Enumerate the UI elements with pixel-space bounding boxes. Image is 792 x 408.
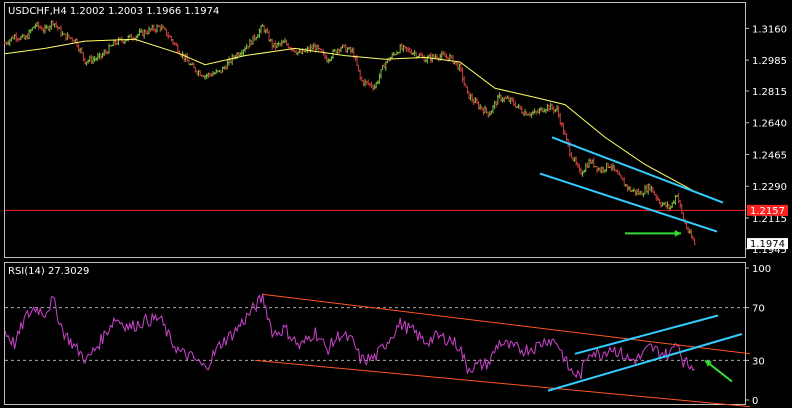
price-tick-label: 1.2815 — [752, 87, 787, 98]
price-arrow-head — [674, 230, 681, 237]
price-channel-lines — [539, 136, 724, 233]
rsi-line — [4, 293, 695, 380]
hline-price-label: 1.2157 — [750, 206, 785, 217]
current-price-label: 1.1974 — [750, 239, 785, 250]
rsi-trend-line — [547, 333, 743, 392]
price-chart-title: USDCHF,H4 1.2002 1.2003 1.1966 1.1974 — [8, 6, 219, 17]
current-price-tag: 1.1974 — [747, 238, 788, 250]
rsi-series-line — [4, 293, 695, 380]
rsi-trend-line — [254, 359, 751, 408]
price-tick-label: 1.2290 — [752, 182, 787, 193]
price-tick-label: 1.2640 — [752, 119, 787, 130]
hline-price-tag: 1.2157 — [747, 204, 788, 217]
rsi-levels — [5, 307, 745, 361]
rsi-tick-label: 0 — [752, 396, 758, 407]
rsi-tick-label: 70 — [752, 304, 765, 315]
price-axis-labels: 1.3160 1.2985 1.2815 1.2640 1.2465 1.2290 1.21… — [752, 24, 787, 255]
price-tick-label: 1.2985 — [752, 56, 787, 67]
rsi-tick-label: 30 — [752, 356, 765, 367]
moving-average-line — [4, 38, 696, 193]
ohlc-bars — [4, 20, 696, 246]
price-tick-label: 1.2465 — [752, 150, 787, 161]
rsi-arrow — [704, 359, 733, 383]
rsi-chart-title: RSI(14) 27.3029 — [8, 266, 89, 277]
chart-canvas: 1.3160 1.2985 1.2815 1.2640 1.2465 1.2290 1.21… — [4, 2, 788, 408]
channel-line — [539, 172, 718, 233]
rsi-axis-labels: 100 70 30 0 — [745, 264, 771, 407]
rsi-panel-frame — [4, 262, 746, 405]
moving-average — [4, 38, 696, 193]
rsi-tick-label: 100 — [752, 264, 771, 275]
price-arrow — [625, 230, 681, 237]
rsi-trend-line — [262, 293, 751, 355]
price-tick-label: 1.3160 — [752, 24, 787, 35]
